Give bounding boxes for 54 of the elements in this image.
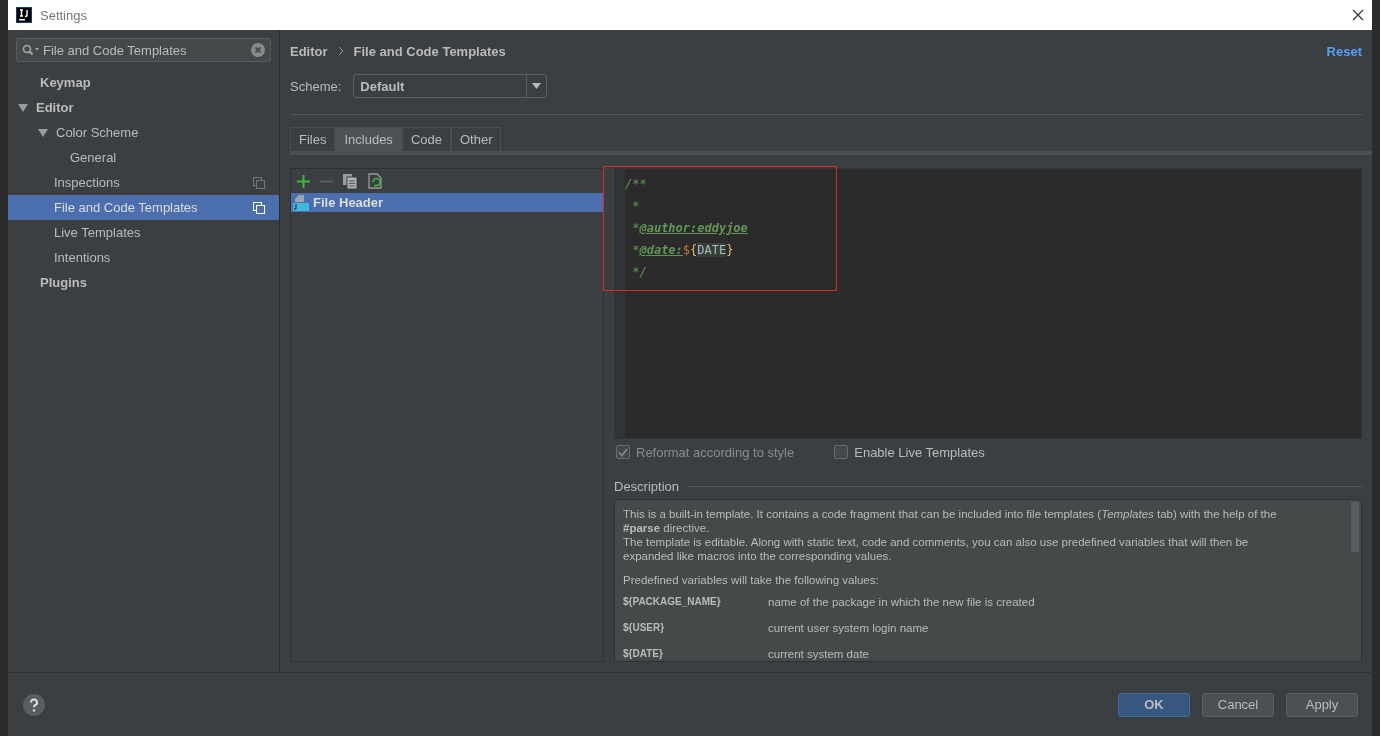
variable-description: current user system login name [768,621,929,636]
search-field[interactable]: File and Code Templates [16,38,271,62]
dialog-button[interactable]: OK [1118,692,1190,717]
search-icon [22,44,40,56]
tree-item[interactable]: Live Templates [8,220,279,245]
close-icon[interactable] [1352,9,1364,21]
java-file-icon [293,194,309,211]
tab[interactable]: Includes [335,127,402,151]
breadcrumb-item: File and Code Templates [353,43,506,59]
breadcrumb-item: Editor [290,43,328,59]
expanded-arrow-icon[interactable] [18,102,28,113]
scheme-dropdown[interactable]: Default [353,74,548,98]
check-icon [618,447,628,457]
add-icon[interactable] [297,174,310,188]
tab[interactable]: Files [290,127,336,151]
clear-icon[interactable] [251,43,265,57]
tree-item[interactable]: Intentions [8,245,279,270]
code-line: /** [625,176,648,193]
dialog-button[interactable]: Apply [1286,692,1358,717]
app-logo-icon [16,7,32,23]
checkbox[interactable]: Enable Live Templates [834,444,985,460]
tree-item[interactable]: Editor [8,95,279,120]
tree-item[interactable]: File and Code Templates [8,195,279,220]
tree-item[interactable]: Keymap [8,70,279,95]
section-title: Description [614,478,680,494]
tree-item[interactable]: Inspections [8,170,279,195]
variable-name: ${USER} [623,621,666,635]
code-line: *@date:${DATE} [631,242,735,259]
expanded-arrow-icon[interactable] [38,127,48,138]
variable-description: name of the package in which the new file is created [768,595,1035,610]
template-item[interactable]: File Header [291,193,603,212]
description-text: This is a built-in template. It contains a code fragment that can be included into file templates (Templates tab) with the help of the #parse directive. [623,507,1278,535]
chevron-icon [337,46,344,56]
code-line: *@author:eddyjoe [631,220,748,237]
copy-icon[interactable] [343,173,358,189]
reset-file-icon[interactable] [368,173,383,189]
help-icon[interactable] [22,692,46,717]
reset-link[interactable]: Reset [1326,43,1362,59]
code-line: * [631,198,641,215]
variable-description: current system date [768,647,869,661]
scheme-label: Scheme: [290,78,342,94]
variable-name: ${PACKAGE_NAME} [623,595,722,609]
dialog-button[interactable]: Cancel [1202,692,1274,717]
tree-item[interactable]: Plugins [8,270,279,295]
variable-name: ${DATE} [623,647,664,661]
code-line: */ [631,264,648,281]
tree-item[interactable]: General [8,145,279,170]
dropdown-arrow-icon [532,83,542,89]
description-text: Predefined variables will take the following values: [623,573,880,587]
tab[interactable]: Code [401,127,451,151]
tab[interactable]: Other [450,127,502,151]
window-title: Settings [40,7,87,23]
description-text: The template is editable. Along with static text, code and comments, you can also use predefined variables that will then be expanded like macros into the corresponding values. [623,535,1250,563]
tree-item[interactable]: Color Scheme [8,120,279,145]
